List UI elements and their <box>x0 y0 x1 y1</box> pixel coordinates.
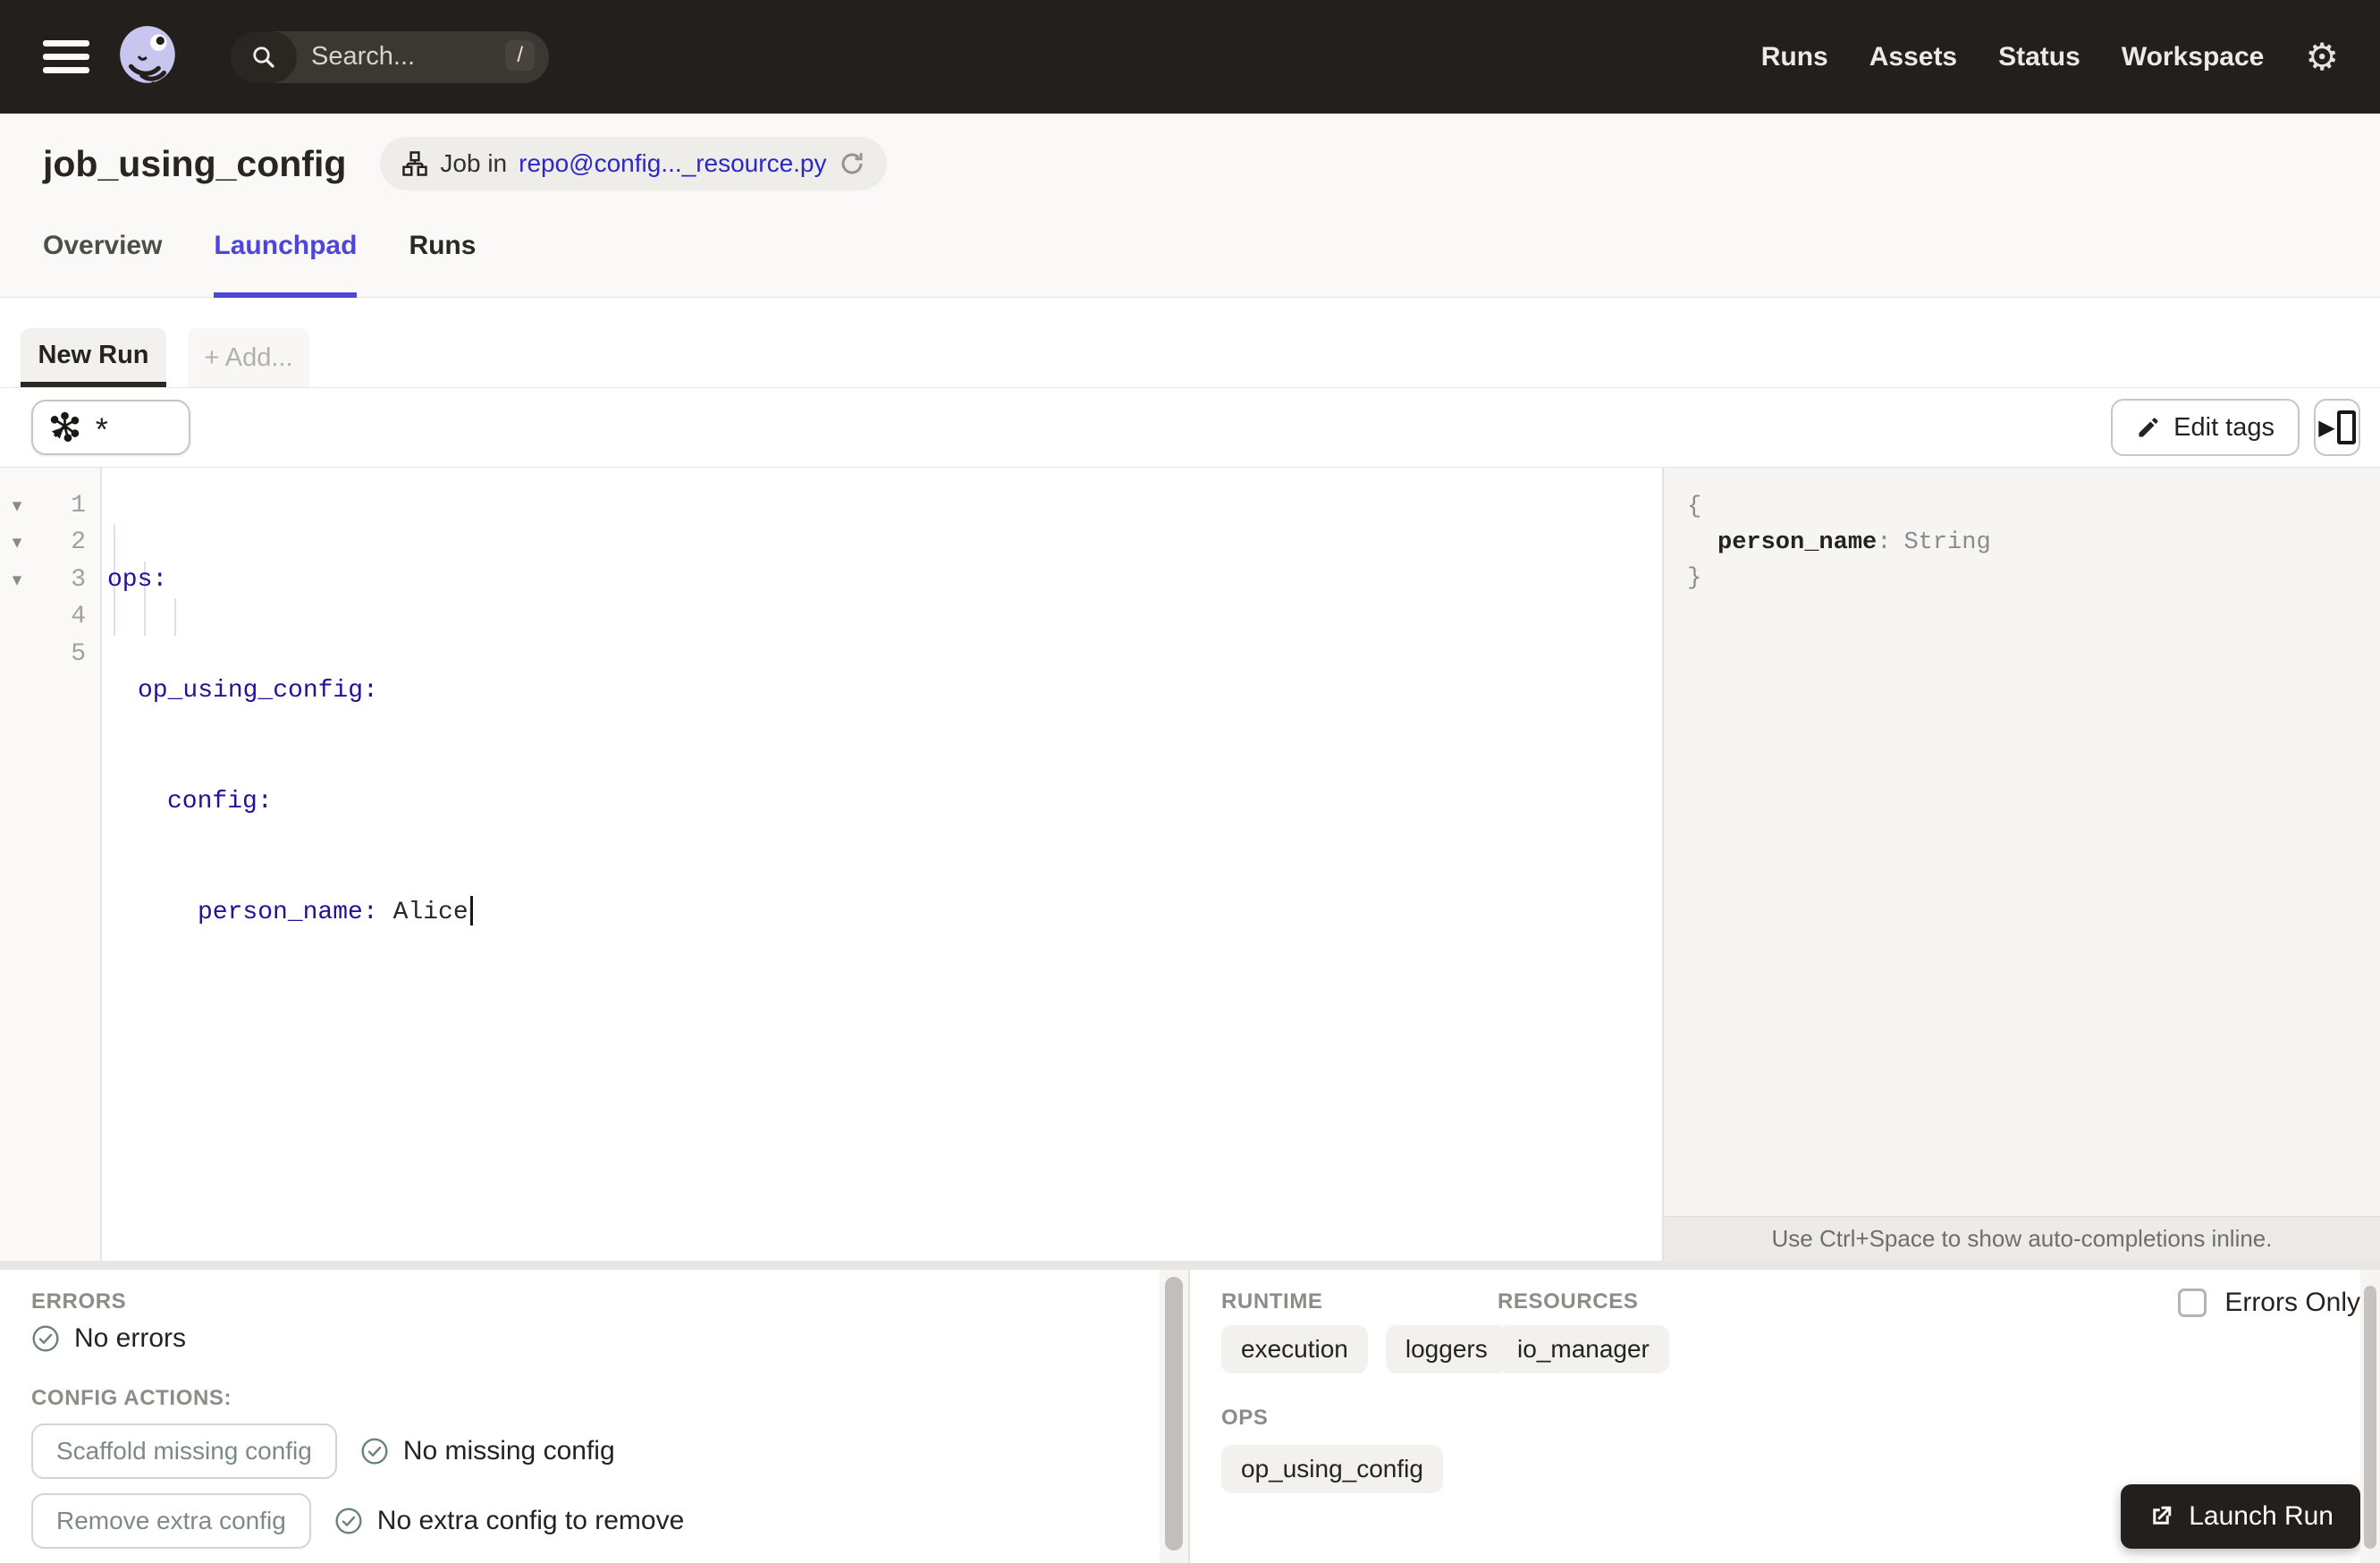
scaffold-action-row: Scaffold missing config No missing confi… <box>31 1424 615 1479</box>
runtime-tags: execution loggers <box>1221 1325 1507 1373</box>
editor-gutter: ▾ ▾ ▾ 1 2 3 4 5 <box>0 468 102 1261</box>
reload-icon[interactable] <box>839 150 865 177</box>
nav-item-assets[interactable]: Assets <box>1869 42 1957 72</box>
config-editor[interactable]: ▾ ▾ ▾ 1 2 3 4 5 ops: op_using_config: co… <box>0 468 1662 1261</box>
search-icon <box>231 30 297 83</box>
no-extra-config-status: No extra config to remove <box>334 1506 684 1536</box>
code-line: config: <box>167 788 273 816</box>
page-title: job_using_config <box>43 142 347 184</box>
remove-extra-config-button[interactable]: Remove extra config <box>31 1493 311 1549</box>
ops-tags: op_using_config <box>1221 1445 1443 1493</box>
tab-launchpad[interactable]: Launchpad <box>214 231 358 298</box>
dagster-launchpad-page: Search... / Runs Assets Status Workspace… <box>0 0 2380 1563</box>
nav-item-workspace[interactable]: Workspace <box>2122 42 2265 72</box>
remove-action-row: Remove extra config No extra config to r… <box>31 1493 684 1549</box>
bottom-panel: ERRORS No errors CONFIG ACTIONS: Scaffol… <box>0 1270 2380 1563</box>
resources-tags: io_manager <box>1498 1325 1669 1373</box>
job-location-badge: Job in repo@config..._resource.py <box>380 137 887 190</box>
page-header: job_using_config Job in repo@config..._r… <box>0 114 2380 298</box>
tags-row: * Edit tags ▶ <box>0 388 2380 468</box>
check-circle-icon <box>361 1438 388 1465</box>
left-panel-scrollbar[interactable] <box>1160 1270 1190 1563</box>
ops-heading: OPS <box>1221 1406 1269 1430</box>
session-tabs-row: New Run + Add... <box>0 298 2380 388</box>
top-nav: Search... / Runs Assets Status Workspace… <box>0 0 2380 114</box>
nav-item-status[interactable]: Status <box>1998 42 2080 72</box>
expand-panel-button[interactable]: ▶ <box>2314 399 2360 456</box>
autocomplete-hint: Use Ctrl+Space to show auto-completions … <box>1664 1216 2380 1261</box>
check-circle-icon <box>335 1508 362 1534</box>
scrollbar-thumb[interactable] <box>2364 1286 2376 1549</box>
schema-key[interactable]: person_name <box>1717 529 1877 556</box>
search-input[interactable]: Search... / <box>231 30 549 83</box>
right-panel-scrollbar[interactable] <box>2360 1270 2380 1563</box>
yaml-code[interactable]: ops: op_using_config: config: person_nam… <box>107 487 473 1080</box>
nav-links: Runs Assets Status Workspace ⚙ <box>1761 35 2339 79</box>
dagster-logo-icon[interactable] <box>114 22 184 92</box>
code-line: person_name: Alice <box>107 894 473 931</box>
hamburger-menu-icon[interactable] <box>43 33 89 80</box>
tab-overview[interactable]: Overview <box>43 231 162 298</box>
errors-status: No errors <box>31 1323 186 1354</box>
errors-only-checkbox[interactable] <box>2178 1288 2207 1317</box>
config-schema-panel: { person_name: String } Use Ctrl+Space to… <box>1662 468 2380 1261</box>
page-tabs: Overview Launchpad Runs <box>43 231 476 298</box>
tab-runs[interactable]: Runs <box>409 231 476 298</box>
settings-gear-icon[interactable]: ⚙ <box>2305 35 2339 79</box>
launch-icon <box>2153 1506 2172 1525</box>
code-line: op_using_config: <box>138 677 378 705</box>
session-tab-new-run[interactable]: New Run <box>21 328 166 387</box>
search-shortcut-badge: / <box>505 39 535 71</box>
schema-type: String <box>1903 529 1991 556</box>
scrollbar-thumb[interactable] <box>1165 1277 1183 1550</box>
op-graph-icon <box>50 411 80 443</box>
check-circle-icon <box>32 1325 59 1352</box>
no-missing-config-status: No missing config <box>360 1436 615 1466</box>
errors-only-control: Errors Only <box>2178 1288 2360 1318</box>
resource-tag-io-manager[interactable]: io_manager <box>1498 1325 1669 1373</box>
code-line: ops: <box>107 565 168 594</box>
repo-link[interactable]: repo@config..._resource.py <box>519 149 826 178</box>
op-selector-value: * <box>92 415 112 452</box>
job-sitemap-icon <box>402 151 428 176</box>
runtime-heading: RUNTIME <box>1221 1289 1323 1314</box>
text-cursor <box>469 895 473 925</box>
schema-text: { person_name: String } <box>1687 494 1991 592</box>
horizontal-resize-handle[interactable] <box>0 1261 2380 1270</box>
expand-panel-icon: ▶ <box>2318 415 2335 440</box>
launchpad-main: ▾ ▾ ▾ 1 2 3 4 5 ops: op_using_config: co… <box>0 468 2380 1261</box>
op-tag-op-using-config[interactable]: op_using_config <box>1221 1445 1443 1493</box>
errors-heading: ERRORS <box>31 1289 127 1314</box>
runtime-tag-execution[interactable]: execution <box>1221 1325 1368 1373</box>
line-numbers: 1 2 3 4 5 <box>71 492 86 668</box>
search-placeholder: Search... <box>311 42 416 71</box>
config-actions-heading: CONFIG ACTIONS: <box>31 1386 232 1410</box>
nav-item-runs[interactable]: Runs <box>1761 42 1828 72</box>
errors-only-label: Errors Only <box>2224 1288 2360 1317</box>
pencil-icon <box>2139 418 2158 437</box>
launch-run-button[interactable]: Launch Run <box>2121 1484 2360 1549</box>
edit-tags-label: Edit tags <box>2173 412 2275 442</box>
session-tab-add[interactable]: + Add... <box>188 328 309 387</box>
resources-heading: RESOURCES <box>1498 1289 1639 1314</box>
job-badge-prefix: Job in <box>440 149 508 177</box>
op-selector-input[interactable]: * <box>31 400 190 455</box>
scaffold-missing-config-button[interactable]: Scaffold missing config <box>31 1424 337 1479</box>
edit-tags-button[interactable]: Edit tags <box>2111 399 2300 456</box>
runtime-tag-loggers[interactable]: loggers <box>1385 1325 1507 1373</box>
run-sections-panel: RUNTIME RESOURCES execution loggers io_m… <box>1192 1270 2360 1563</box>
